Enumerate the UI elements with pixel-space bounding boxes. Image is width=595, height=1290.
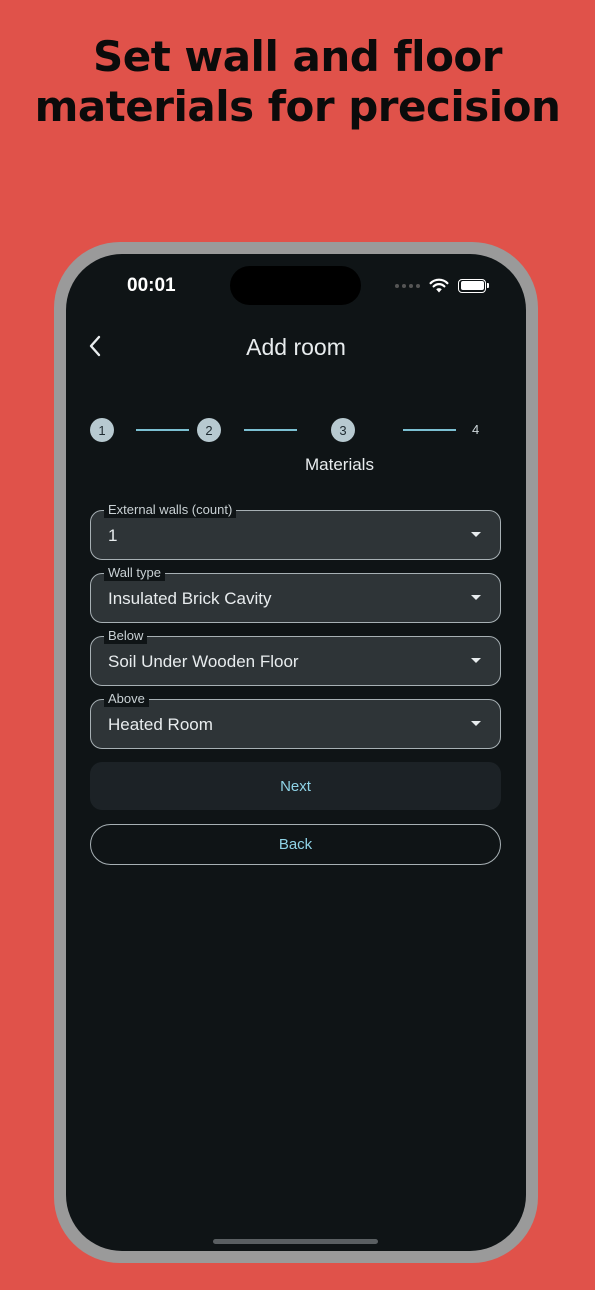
dropdown-arrow-icon [471, 721, 481, 726]
external-walls-label: External walls (count) [104, 502, 237, 518]
above-dropdown[interactable]: Above Heated Room [90, 691, 501, 749]
promo-line-1: Set wall and floor [92, 32, 503, 81]
home-indicator [213, 1239, 378, 1244]
external-walls-value: 1 [108, 526, 118, 545]
promo-headline: Set wall and floor materials for precisi… [0, 32, 595, 132]
above-value: Heated Room [108, 715, 213, 734]
step-3-caption: Materials [305, 455, 374, 474]
step-2-circle: 2 [197, 418, 221, 442]
step-1-circle: 1 [90, 418, 114, 442]
step-4-number: 4 [472, 422, 480, 437]
step-connector-2-3 [244, 429, 297, 431]
back-button[interactable]: Back [90, 824, 501, 865]
dropdown-arrow-icon [471, 532, 481, 537]
progress-stepper: 1 2 3 4 Materials [66, 254, 526, 484]
next-button[interactable]: Next [90, 762, 501, 810]
step-3-circle: 3 [331, 418, 355, 442]
below-dropdown[interactable]: Below Soil Under Wooden Floor [90, 628, 501, 686]
above-label: Above [104, 691, 149, 707]
step-connector-1-2 [136, 429, 189, 431]
wall-type-dropdown[interactable]: Wall type Insulated Brick Cavity [90, 565, 501, 623]
phone-screen: 00:01 Add room 1 2 3 4 Materials Externa… [66, 254, 526, 1251]
step-connector-3-4 [403, 429, 456, 431]
below-value: Soil Under Wooden Floor [108, 652, 299, 671]
wall-type-value: Insulated Brick Cavity [108, 589, 272, 608]
promo-line-2: materials for precision [34, 82, 561, 131]
wall-type-label: Wall type [104, 565, 165, 581]
below-label: Below [104, 628, 148, 644]
dropdown-arrow-icon [471, 595, 481, 600]
external-walls-dropdown[interactable]: External walls (count) 1 [90, 502, 501, 560]
dropdown-arrow-icon [471, 658, 481, 663]
